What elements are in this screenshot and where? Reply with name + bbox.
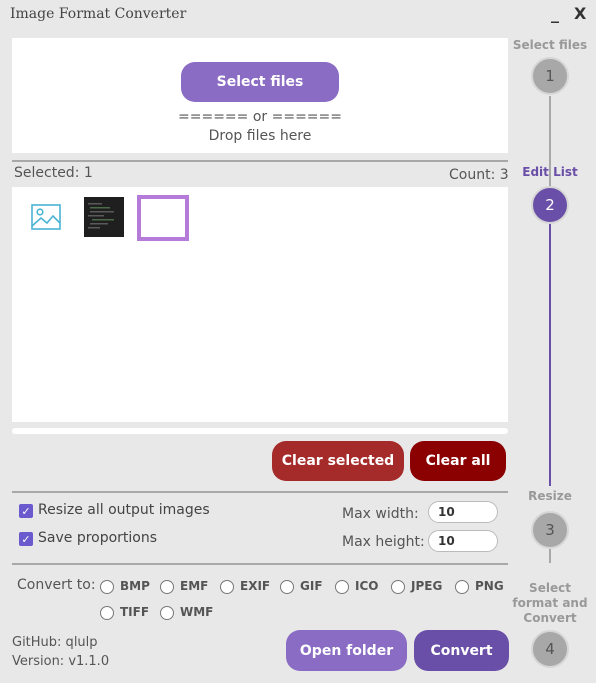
save-proportions-label: Save proportions — [38, 530, 158, 546]
selected-count: Selected: 1 — [14, 165, 93, 181]
drop-files-text: Drop files here — [208, 128, 312, 144]
clear-selected-button[interactable]: Clear selected — [272, 441, 404, 481]
format-label-gif: GIF — [300, 579, 323, 593]
clear-all-button[interactable]: Clear all — [410, 441, 506, 481]
total-count: Count: 3 — [449, 167, 509, 183]
version-text: Version: v1.1.0 — [12, 654, 110, 669]
max-width-input[interactable]: 10 — [428, 501, 498, 523]
max-height-input[interactable]: 10 — [428, 530, 498, 552]
resize-all-checkbox[interactable]: ✓ — [19, 504, 33, 518]
progress-bar — [12, 428, 508, 434]
format-radio-wmf[interactable] — [160, 606, 174, 620]
code-thumbnail[interactable] — [84, 197, 124, 237]
format-label-wmf: WMF — [180, 605, 214, 619]
step-connector — [549, 549, 551, 563]
window-title: Image Format Converter — [10, 6, 187, 22]
resize-all-label: Resize all output images — [38, 502, 210, 518]
max-width-label: Max width: — [342, 506, 419, 522]
image-placeholder-icon[interactable] — [26, 197, 66, 237]
select-files-button[interactable]: Select files — [181, 62, 339, 102]
format-radio-gif[interactable] — [280, 580, 294, 594]
format-label-tiff: TIFF — [120, 605, 150, 619]
format-radio-png[interactable] — [455, 580, 469, 594]
minimize-button[interactable]: _ — [551, 4, 559, 23]
selected-thumbnail[interactable] — [137, 195, 189, 241]
open-folder-button[interactable]: Open folder — [286, 630, 407, 671]
format-label-png: PNG — [475, 579, 504, 593]
format-label-bmp: BMP — [120, 579, 150, 593]
step-label-3: Resize — [528, 489, 572, 503]
save-proportions-checkbox[interactable]: ✓ — [19, 532, 33, 546]
format-label-jpeg: JPEG — [411, 579, 443, 593]
github-link[interactable]: GitHub: qlulp — [12, 635, 98, 650]
separator — [12, 491, 508, 493]
format-label-exif: EXIF — [240, 579, 271, 593]
separator — [12, 563, 508, 565]
step-circle-3: 3 — [531, 511, 569, 549]
step-label-1: Select files — [512, 38, 588, 52]
format-radio-ico[interactable] — [335, 580, 349, 594]
format-radio-exif[interactable] — [220, 580, 234, 594]
step-circle-1: 1 — [531, 57, 569, 95]
step-label-4: Select format and Convert — [512, 581, 588, 625]
separator — [12, 160, 508, 162]
or-divider: ====== or ====== — [178, 109, 342, 125]
format-label-ico: ICO — [355, 579, 379, 593]
convert-button[interactable]: Convert — [414, 630, 509, 671]
format-radio-tiff[interactable] — [100, 606, 114, 620]
format-label-emf: EMF — [180, 579, 209, 593]
step-circle-2: 2 — [531, 186, 569, 224]
close-button[interactable]: X — [574, 4, 586, 23]
convert-to-label: Convert to: — [17, 577, 96, 593]
format-radio-bmp[interactable] — [100, 580, 114, 594]
step-label-2: Edit List — [522, 165, 578, 179]
step-circle-4: 4 — [531, 630, 569, 668]
format-radio-jpeg[interactable] — [391, 580, 405, 594]
max-height-label: Max height: — [342, 534, 425, 550]
step-connector-active — [549, 224, 551, 486]
format-radio-emf[interactable] — [160, 580, 174, 594]
